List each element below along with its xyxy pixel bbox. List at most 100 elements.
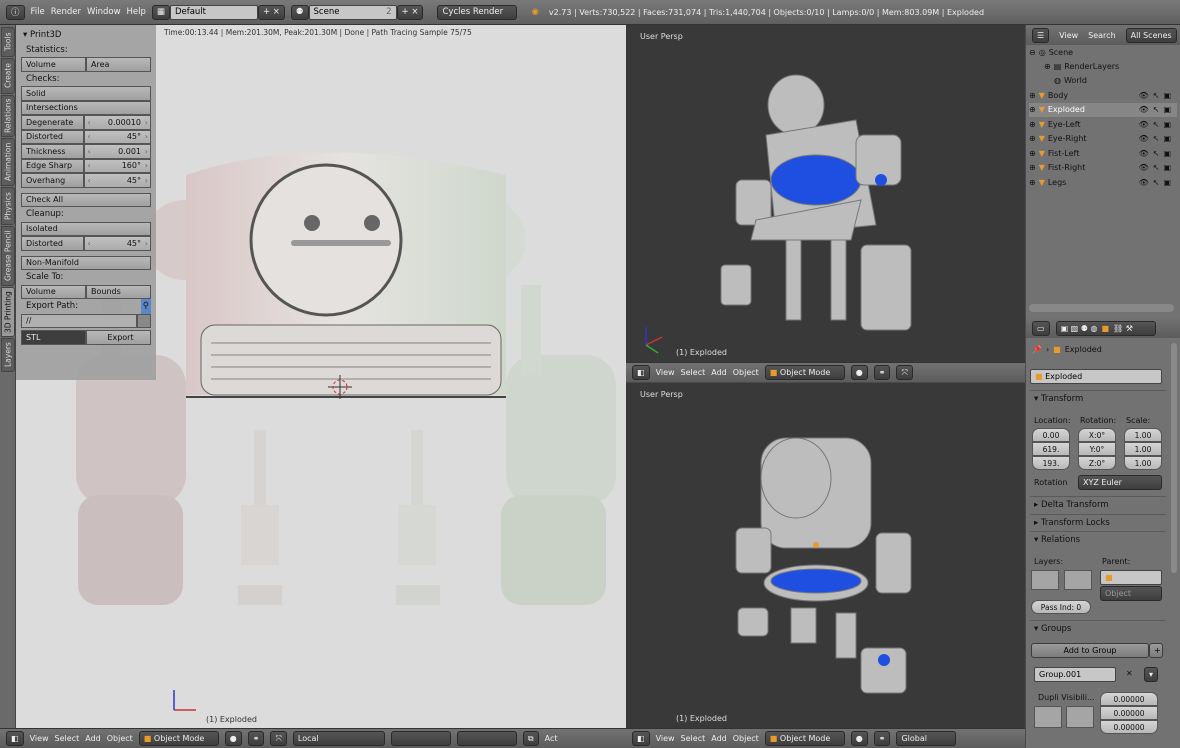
menu-view[interactable]: View — [656, 734, 675, 743]
orientation-select[interactable]: Local — [292, 731, 385, 746]
scale-bounds-button[interactable]: Bounds — [86, 284, 151, 299]
transform-locks-header[interactable]: ▸ Transform Locks — [1030, 514, 1166, 530]
export-format-select[interactable]: STL — [21, 330, 86, 345]
outliner-item[interactable]: ⊕ ▼ Exploded 👁↖▣ — [1029, 102, 1177, 117]
menu-help[interactable]: Help — [127, 7, 146, 17]
visibility-select-render-icons[interactable]: 👁↖▣ — [1139, 105, 1175, 114]
scale-y-field[interactable]: 1.00 — [1124, 442, 1162, 456]
export-path-input[interactable]: // — [21, 313, 137, 328]
tab-physics[interactable]: Physics — [1, 187, 15, 225]
menu-view[interactable]: View — [1059, 31, 1078, 40]
rotation-x-field[interactable]: X:0° — [1078, 428, 1116, 442]
cleanup-distorted-button[interactable]: Distorted — [21, 236, 84, 251]
menu-object[interactable]: Object — [733, 734, 759, 743]
check-degenerate-value[interactable]: 0.00010 — [83, 115, 151, 130]
tab-layers[interactable]: Layers — [1, 338, 15, 372]
pivot-select[interactable]: ⚭ — [873, 731, 891, 746]
rotation-mode-select[interactable]: XYZ Euler — [1078, 475, 1162, 490]
check-overhang-value[interactable]: 45° — [83, 173, 151, 188]
menu-render[interactable]: Render — [51, 7, 81, 17]
location-y-field[interactable]: 619. — [1032, 442, 1070, 456]
parent-field[interactable]: ■ — [1100, 570, 1162, 585]
area-button[interactable]: Area — [86, 57, 151, 72]
check-distorted-value[interactable]: 45° — [83, 129, 151, 144]
check-thickness-button[interactable]: Thickness — [21, 144, 84, 159]
dupli-offset-y-field[interactable]: 0.00000 — [1100, 706, 1158, 720]
panel-title[interactable]: ▾ Print3D — [21, 28, 151, 43]
relations-header[interactable]: ▾ Relations — [1030, 531, 1166, 547]
context-tabs[interactable]: ▣ ▧ ⚉ ◍ ■ ⛓ ⚒ — [1055, 320, 1156, 336]
mode-select[interactable]: ■ Object Mode — [764, 731, 845, 746]
outliner-world[interactable]: ◍ World — [1054, 73, 1087, 87]
menu-select[interactable]: Select — [681, 368, 706, 377]
properties-scrollbar[interactable] — [1171, 343, 1177, 573]
add-to-group-button[interactable]: Add to Group — [1031, 643, 1149, 658]
outliner-item[interactable]: ⊕ ▼ Eye-Right 👁↖▣ — [1029, 132, 1177, 146]
menu-view[interactable]: View — [656, 368, 675, 377]
layout-add-remove[interactable]: + × — [257, 4, 285, 20]
editor-type-button[interactable]: ⓘ — [6, 4, 25, 20]
editor-type-button[interactable]: ◧ — [632, 731, 650, 746]
shading-select[interactable]: ● — [850, 365, 868, 380]
location-x-field[interactable]: 0.00 — [1032, 428, 1070, 442]
menu-search[interactable]: Search — [1088, 31, 1115, 40]
outliner-item[interactable]: ⊕ ▼ Eye-Left 👁↖▣ — [1029, 117, 1177, 131]
menu-add[interactable]: Add — [711, 368, 727, 377]
object-tab-icon[interactable]: ■ — [1101, 324, 1109, 333]
tab-animation[interactable]: Animation — [1, 138, 15, 186]
dupli-offset-z-field[interactable]: 0.00000 — [1100, 720, 1158, 734]
export-button[interactable]: Export — [86, 330, 151, 345]
visibility-select-render-icons[interactable]: 👁↖▣ — [1139, 178, 1175, 187]
orientation-select[interactable]: Global — [896, 731, 957, 746]
check-distorted-button[interactable]: Distorted — [21, 129, 84, 144]
outliner-item[interactable]: ⊕ ▼ Legs 👁↖▣ — [1029, 175, 1177, 189]
display-mode-select[interactable]: All Scenes — [1125, 27, 1177, 43]
tab-create[interactable]: Create — [1, 58, 15, 94]
scale-z-field[interactable]: 1.00 — [1124, 456, 1162, 470]
pivot-select[interactable]: ⚭ — [873, 365, 891, 380]
check-degenerate-button[interactable]: Degenerate — [21, 115, 84, 130]
menu-view[interactable]: View — [30, 734, 49, 743]
scale-volume-button[interactable]: Volume — [21, 284, 86, 299]
group-menu-button[interactable]: ▾ — [1144, 667, 1159, 682]
pass-index-field[interactable]: Pass Ind: 0 — [1031, 600, 1091, 614]
layers-grid-2[interactable] — [1064, 570, 1092, 590]
shading-select[interactable]: ● — [224, 731, 242, 746]
isolated-button[interactable]: Isolated — [21, 221, 151, 236]
folder-icon[interactable] — [137, 313, 151, 328]
tab-tools[interactable]: Tools — [1, 27, 15, 57]
group-name-input[interactable]: Group.001 — [1034, 667, 1116, 682]
wrench-icon[interactable]: ⚲ — [140, 299, 151, 314]
dupli-layers-grid[interactable] — [1034, 706, 1062, 728]
menu-select[interactable]: Select — [55, 734, 80, 743]
mode-select[interactable]: ■ Object Mode — [138, 731, 219, 746]
menu-object[interactable]: Object — [733, 368, 759, 377]
delta-transform-header[interactable]: ▸ Delta Transform — [1030, 496, 1166, 512]
transform-panel-header[interactable]: ▾ Transform — [1030, 390, 1166, 406]
non-manifold-button[interactable]: Non-Manifold — [21, 255, 151, 270]
outliner-item[interactable]: ⊕ ▼ Fist-Right 👁↖▣ — [1029, 161, 1177, 175]
editor-type-button[interactable]: ◧ — [632, 365, 650, 380]
outliner-item[interactable]: ⊕ ▼ Fist-Left 👁↖▣ — [1029, 146, 1177, 160]
volume-button[interactable]: Volume — [21, 57, 86, 72]
remove-group-icon[interactable]: ✕ — [1126, 669, 1133, 678]
manipulator-icon[interactable]: ⤧ — [270, 731, 287, 746]
object-name-input[interactable]: ■ Exploded — [1030, 369, 1162, 384]
visibility-select-render-icons[interactable]: 👁↖▣ — [1139, 134, 1175, 143]
layers-grid-2[interactable] — [456, 731, 517, 746]
location-z-field[interactable]: 193. — [1032, 456, 1070, 470]
menu-select[interactable]: Select — [681, 734, 706, 743]
check-edge-sharp-button[interactable]: Edge Sharp — [21, 158, 84, 173]
render-preview-icon[interactable]: ⧉ — [522, 731, 539, 746]
viewport-bottom[interactable]: User Persp (1) Exploded — [626, 383, 1025, 728]
layout-field[interactable]: Default — [169, 4, 258, 20]
viewport-top[interactable]: User Persp (1) Exploded — [626, 25, 1025, 362]
tab-3d-printing[interactable]: 3D Printing — [1, 287, 15, 337]
scene-field[interactable]: Scene 2 — [308, 4, 397, 20]
check-overhang-button[interactable]: Overhang — [21, 173, 84, 188]
visibility-select-render-icons[interactable]: 👁↖▣ — [1139, 163, 1175, 172]
tab-relations[interactable]: Relations — [1, 95, 15, 137]
rotation-y-field[interactable]: Y:0° — [1078, 442, 1116, 456]
intersections-button[interactable]: Intersections — [21, 100, 151, 115]
parent-type-select[interactable]: Object — [1100, 586, 1162, 601]
